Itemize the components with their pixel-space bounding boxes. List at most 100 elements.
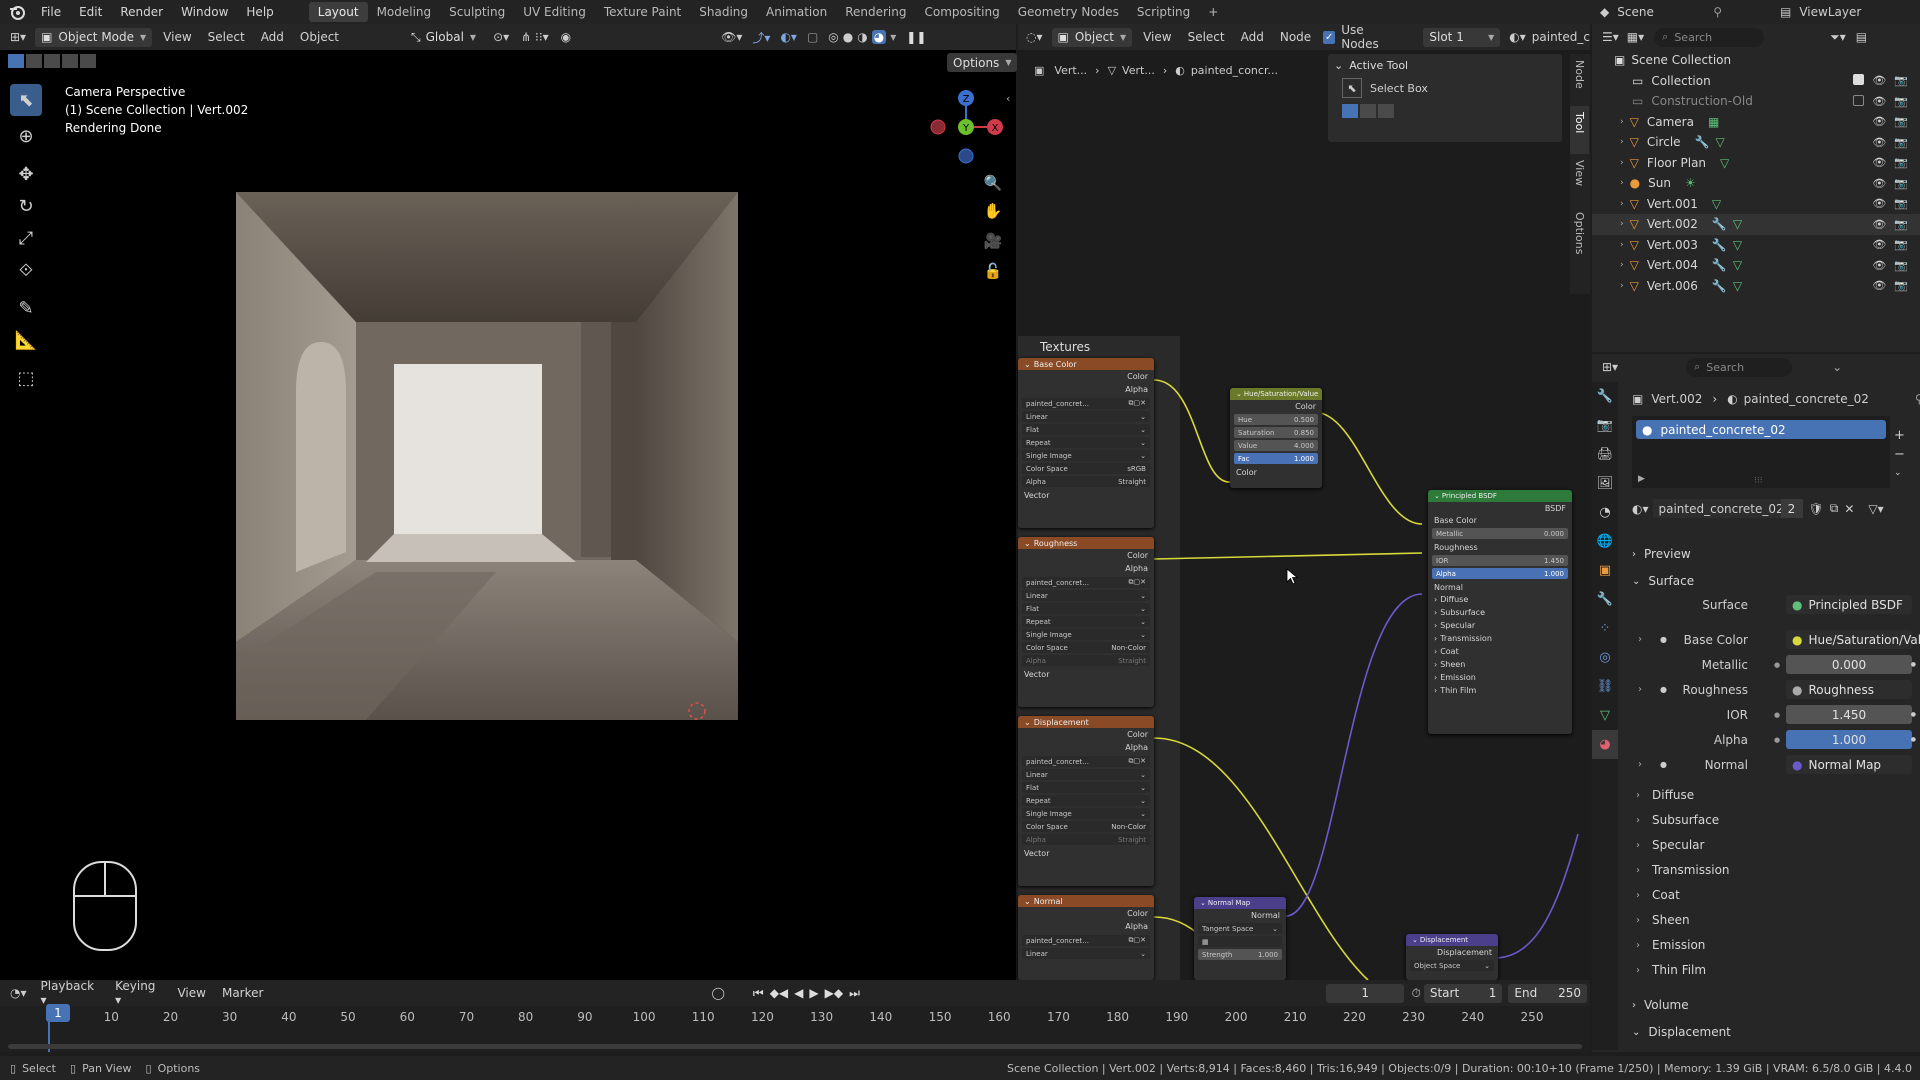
- bsdf-panel-emission[interactable]: › Emission: [1428, 671, 1572, 684]
- metallic-field[interactable]: Metallic 0.000: [1432, 528, 1568, 539]
- duplicate-material-icon[interactable]: ⧉: [1830, 501, 1839, 516]
- subpanel-subsurface[interactable]: › Subsurface: [1636, 813, 1719, 827]
- displacement-node[interactable]: ⌄ Displacement Displacement Object Space…: [1406, 934, 1498, 980]
- remove-slot-icon[interactable]: −: [1894, 445, 1905, 464]
- ior-field[interactable]: IOR 1.450: [1432, 555, 1568, 566]
- subpanel-diffuse[interactable]: › Diffuse: [1636, 788, 1694, 802]
- display-mode-icon[interactable]: ▦▾: [1627, 30, 1644, 44]
- play-reverse-icon[interactable]: ◀: [794, 986, 803, 1000]
- jump-keyframe-back-icon[interactable]: ◆◀: [770, 986, 788, 1000]
- properties-type-icon[interactable]: ⊞▾: [1602, 360, 1618, 374]
- subpanel-emission[interactable]: › Emission: [1636, 938, 1705, 952]
- projection-dropdown[interactable]: Flat ⌄: [1022, 424, 1150, 435]
- slot-menu-icon[interactable]: ⌄: [1894, 464, 1905, 483]
- eye-icon[interactable]: 👁: [1872, 74, 1886, 87]
- timeline-menu-playback[interactable]: Playback ▾: [33, 979, 108, 1007]
- lock-camera-icon[interactable]: 🔓: [982, 262, 1004, 284]
- snap-icon[interactable]: ⋔ ⁝⁝▾: [521, 30, 549, 44]
- add-workspace-icon[interactable]: +: [1199, 2, 1227, 22]
- surface-shader-field[interactable]: ● Principled BSDF: [1786, 595, 1912, 614]
- 3d-viewport[interactable]: ⊞▾ ▣ Object Mode ▼ View Select Add Object …: [0, 24, 1018, 980]
- extension-dropdown[interactable]: Repeat ⌄: [1022, 616, 1150, 627]
- timeline-menu-marker[interactable]: Marker: [214, 986, 271, 1000]
- measure-tool-icon[interactable]: 📐: [10, 324, 42, 356]
- displacement-panel-header[interactable]: ⌄ Displacement: [1632, 1025, 1731, 1039]
- material-slot-item[interactable]: ● painted_concrete_02: [1636, 420, 1886, 439]
- expand-arrow-icon[interactable]: ›: [1620, 178, 1624, 188]
- outliner-row-vert-002[interactable]: › ▽ Vert.002 🔧 ▽ 👁 📷: [1592, 214, 1920, 235]
- resize-grip-icon[interactable]: ⁝⁝⁝: [1754, 476, 1763, 486]
- tab-animation[interactable]: Animation: [757, 2, 836, 22]
- menu-file[interactable]: File: [32, 5, 70, 19]
- render-tab-icon[interactable]: 📷: [1592, 411, 1618, 440]
- color-space-dropdown[interactable]: Color Space Non-Color: [1022, 821, 1150, 832]
- scene-collection-row[interactable]: ▣ Scene Collection: [1592, 50, 1920, 71]
- auto-keying-icon[interactable]: ◯: [711, 986, 724, 1000]
- eye-icon[interactable]: 👁: [1872, 218, 1886, 231]
- tab-shading[interactable]: Shading: [690, 2, 757, 22]
- source-dropdown[interactable]: Single Image ⌄: [1022, 808, 1150, 819]
- shading-options-icon[interactable]: ▾: [890, 30, 896, 44]
- expand-arrow-icon[interactable]: ›: [1620, 117, 1624, 127]
- exclude-checkbox[interactable]: [1853, 94, 1865, 106]
- subpanel-transmission[interactable]: › Transmission: [1636, 863, 1730, 877]
- cursor-tool-icon[interactable]: ⊕: [10, 120, 42, 152]
- projection-dropdown[interactable]: Flat ⌄: [1022, 782, 1150, 793]
- hue-saturation-value-node[interactable]: ⌄ Hue/Saturation/Value Color Hue 0.500 Sa…: [1230, 388, 1322, 488]
- fake-user-icon[interactable]: 🛡: [1809, 502, 1824, 516]
- particles-tab-icon[interactable]: ⁘: [1592, 614, 1618, 643]
- bsdf-panel-transmission[interactable]: › Transmission: [1428, 632, 1572, 645]
- expand-arrow-icon[interactable]: ›: [1620, 281, 1624, 291]
- eye-icon[interactable]: 👁: [1872, 156, 1886, 169]
- camera-render-icon[interactable]: 📷: [1894, 279, 1908, 292]
- play-icon[interactable]: ▶: [809, 986, 818, 1000]
- outliner-row-circle[interactable]: › ▽ Circle 🔧 ▽ 👁 📷: [1592, 132, 1920, 153]
- eye-icon[interactable]: 👁: [1872, 177, 1886, 190]
- projection-dropdown[interactable]: Flat ⌄: [1022, 603, 1150, 614]
- source-dropdown[interactable]: Single Image ⌄: [1022, 450, 1150, 461]
- blender-logo-icon[interactable]: [8, 3, 26, 21]
- outliner-type-icon[interactable]: ☰▾: [1602, 30, 1619, 44]
- tab-sculpting[interactable]: Sculpting: [440, 2, 514, 22]
- proportional-edit-icon[interactable]: ◉: [561, 30, 571, 44]
- collapse-sidebar-icon[interactable]: ‹: [1006, 92, 1010, 105]
- alpha-dropdown[interactable]: Alpha Straight: [1022, 834, 1150, 845]
- image-texture-node-normal[interactable]: ⌄ Normal Color Alpha painted_concret... ⧉…: [1018, 895, 1154, 980]
- image-texture-node-roughness[interactable]: ⌄ Roughness Color Alpha painted_concret.…: [1018, 537, 1154, 707]
- transform-orientation-dropdown[interactable]: ⤡ Global ▼: [405, 27, 483, 47]
- world-tab-icon[interactable]: 🌐: [1592, 527, 1618, 556]
- tab-rendering[interactable]: Rendering: [836, 2, 915, 22]
- move-tool-icon[interactable]: ✥: [10, 158, 42, 190]
- tab-scripting[interactable]: Scripting: [1128, 2, 1199, 22]
- tab-texture-paint[interactable]: Texture Paint: [595, 2, 690, 22]
- scale-tool-icon[interactable]: ⤢: [10, 222, 42, 254]
- outliner-row-vert-003[interactable]: › ▽ Vert.003 🔧 ▽ 👁 📷: [1592, 235, 1920, 256]
- interpolation-dropdown[interactable]: Linear ⌄: [1022, 590, 1150, 601]
- shading-rendered-icon[interactable]: ◕: [871, 30, 887, 44]
- extension-dropdown[interactable]: Repeat ⌄: [1022, 795, 1150, 806]
- shader-node-editor[interactable]: ◌▾ ▣ Object ▼ View Select Add Node ✓ Use N…: [1018, 23, 1590, 996]
- expand-icon[interactable]: ▶: [1638, 474, 1645, 484]
- normal-map-node[interactable]: ⌄ Normal Map Normal Tangent Space ⌄ ▦ Str…: [1194, 897, 1286, 980]
- outliner-row-vert-004[interactable]: › ▽ Vert.004 🔧 ▽ 👁 📷: [1592, 255, 1920, 276]
- uv-map-field[interactable]: ▦: [1198, 936, 1282, 947]
- start-frame-field[interactable]: Start 1: [1423, 983, 1503, 1003]
- expand-arrow-icon[interactable]: ›: [1620, 199, 1624, 209]
- jump-end-icon[interactable]: ⏭: [849, 986, 860, 1001]
- menu-window[interactable]: Window: [172, 5, 237, 19]
- tab-modeling[interactable]: Modeling: [368, 2, 441, 22]
- alpha-field[interactable]: Alpha 1.000: [1432, 568, 1568, 579]
- alpha-dropdown[interactable]: Alpha Straight: [1022, 476, 1150, 487]
- interpolation-dropdown[interactable]: Linear ⌄: [1022, 769, 1150, 780]
- eye-icon[interactable]: 👁: [1872, 95, 1886, 108]
- unlink-material-icon[interactable]: ✕: [1844, 502, 1854, 516]
- mesh-data-tab-icon[interactable]: ▽: [1592, 701, 1618, 730]
- bsdf-panel-specular[interactable]: › Specular: [1428, 619, 1572, 632]
- material-browse-icon[interactable]: ◐▾: [1632, 502, 1649, 516]
- xray-icon[interactable]: ▢: [807, 30, 818, 44]
- pin-icon[interactable]: ⚲: [1915, 392, 1920, 406]
- image-selector[interactable]: painted_concret... ⧉▢✕: [1022, 398, 1150, 409]
- outliner-row-floor-plan[interactable]: › ▽ Floor Plan ▽ 👁 📷: [1592, 153, 1920, 174]
- pivot-icon[interactable]: ⊙▾: [493, 30, 509, 44]
- principled-bsdf-node[interactable]: ⌄ Principled BSDF BSDF Base Color Metall…: [1428, 490, 1572, 734]
